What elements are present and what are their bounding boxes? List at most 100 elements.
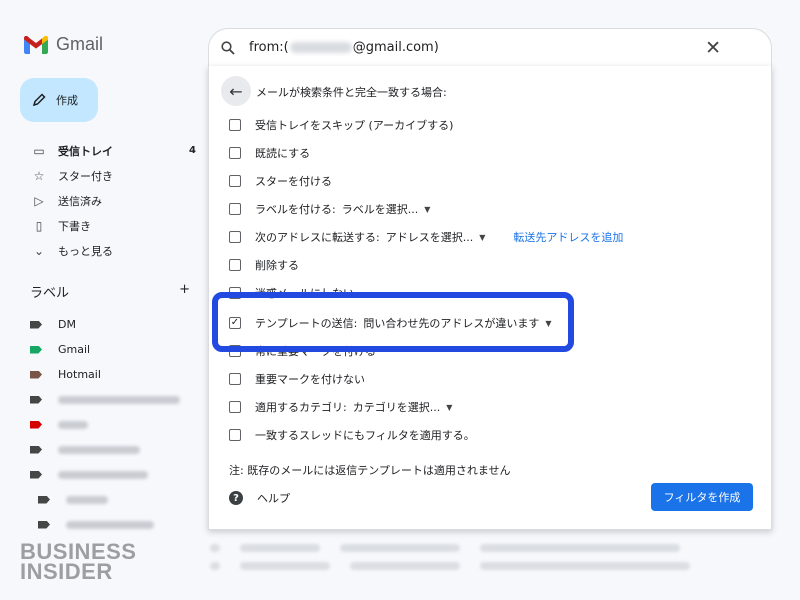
- sidebar-item-drafts[interactable]: ▯ 下書き: [30, 213, 196, 238]
- option-mark-read[interactable]: 既読にする: [229, 142, 310, 164]
- label-item-redacted[interactable]: [30, 387, 180, 412]
- option-star[interactable]: スターを付ける: [229, 170, 332, 192]
- redacted-subject: [350, 562, 460, 570]
- checkbox[interactable]: [229, 175, 241, 187]
- add-label-button[interactable]: +: [179, 282, 190, 301]
- star-icon: ☆: [33, 168, 45, 183]
- option-delete[interactable]: 削除する: [229, 254, 299, 276]
- option-label: ラベルを付ける:: [255, 203, 336, 216]
- checkbox[interactable]: [229, 259, 241, 271]
- checkbox[interactable]: [229, 429, 241, 441]
- option-label: 適用するカテゴリ:: [255, 401, 347, 414]
- gmail-logo[interactable]: Gmail: [24, 34, 103, 55]
- sidebar-item-more[interactable]: ⌄ もっと見る: [30, 238, 196, 263]
- row-checkbox: [210, 562, 220, 570]
- highlight-annotation: [212, 292, 574, 352]
- option-category[interactable]: 適用するカテゴリ: カテゴリを選択... ▼: [229, 396, 452, 418]
- checkbox[interactable]: [229, 373, 241, 385]
- redacted-email: [289, 42, 352, 53]
- label-item-redacted[interactable]: [30, 437, 180, 462]
- draft-icon: ▯: [35, 218, 43, 233]
- option-label: 削除する: [255, 259, 299, 272]
- compose-button[interactable]: 作成: [20, 78, 98, 122]
- add-forwarding-address-link[interactable]: 転送先アドレスを追加: [513, 229, 623, 245]
- checkbox[interactable]: [229, 147, 241, 159]
- search-bar[interactable]: from:( @gmail.com) ✕: [208, 28, 772, 66]
- sidebar-item-label: 下書き: [58, 219, 91, 233]
- checkbox[interactable]: [229, 119, 241, 131]
- help-icon: ?: [229, 491, 243, 505]
- label-name: Gmail: [58, 343, 91, 356]
- label-item-redacted[interactable]: [30, 487, 180, 512]
- labels-title: ラベル: [30, 286, 70, 301]
- checkbox[interactable]: [229, 203, 241, 215]
- redacted-label: [66, 520, 154, 529]
- label-tag-icon: [30, 470, 42, 479]
- sidebar-item-label: もっと見る: [58, 244, 113, 258]
- watermark-line2: INSIDER: [20, 559, 113, 584]
- option-skip-inbox[interactable]: 受信トレイをスキップ (アーカイブする): [229, 114, 453, 136]
- option-never-important[interactable]: 重要マークを付けない: [229, 368, 365, 390]
- filter-panel-title: メールが検索条件と完全一致する場合:: [256, 86, 447, 99]
- label-name: DM: [58, 318, 76, 331]
- email-row[interactable]: [210, 538, 770, 558]
- label-item-hotmail[interactable]: Hotmail: [30, 362, 180, 387]
- label-item-dm[interactable]: DM: [30, 312, 180, 337]
- business-insider-watermark: BUSINESS INSIDER: [20, 541, 136, 584]
- checkbox[interactable]: [229, 231, 241, 243]
- filter-note: 注: 既存のメールには返信テンプレートは適用されません: [229, 464, 511, 477]
- redacted-snippet: [480, 544, 680, 552]
- redacted-label: [58, 445, 140, 454]
- redacted-sender: [240, 544, 320, 552]
- label-tag-icon: [30, 395, 42, 404]
- search-query-prefix: from:(: [249, 40, 289, 55]
- sidebar-item-starred[interactable]: ☆ スター付き: [30, 163, 196, 188]
- option-apply-label[interactable]: ラベルを付ける: ラベルを選択... ▼: [229, 198, 430, 220]
- caret-down-icon: ▼: [479, 232, 486, 242]
- email-row[interactable]: [210, 556, 770, 576]
- label-tag-icon: [30, 345, 42, 354]
- search-input[interactable]: from:( @gmail.com): [249, 40, 439, 55]
- caret-down-icon: ▼: [446, 402, 453, 412]
- redacted-subject: [340, 544, 460, 552]
- close-icon[interactable]: ✕: [705, 37, 721, 59]
- labels-header: ラベル +: [30, 282, 190, 301]
- redacted-label: [58, 470, 148, 479]
- help-label: ヘルプ: [257, 492, 290, 505]
- option-label: 次のアドレスに転送する:: [255, 231, 380, 244]
- inbox-icon: ▭: [33, 143, 45, 158]
- label-select-dropdown[interactable]: ラベルを選択... ▼: [342, 201, 431, 217]
- option-forward[interactable]: 次のアドレスに転送する: アドレスを選択... ▼ 転送先アドレスを追加: [229, 226, 623, 248]
- option-also-apply[interactable]: 一致するスレッドにもフィルタを適用する。: [229, 424, 475, 446]
- send-icon: ▷: [34, 193, 44, 208]
- label-item-redacted[interactable]: [30, 412, 180, 437]
- create-filter-button[interactable]: フィルタを作成: [651, 483, 753, 511]
- label-tag-icon: [30, 320, 42, 329]
- redacted-sender: [240, 562, 330, 570]
- sidebar-item-inbox[interactable]: ▭ 受信トレイ 4: [30, 138, 196, 163]
- label-list: DM Gmail Hotmail: [30, 312, 180, 537]
- option-label: 一致するスレッドにもフィルタを適用する。: [255, 429, 475, 442]
- caret-down-icon: ▼: [424, 204, 431, 214]
- address-select-dropdown[interactable]: アドレスを選択... ▼: [386, 229, 486, 245]
- back-button[interactable]: ←: [221, 76, 251, 106]
- label-tag-icon: [38, 495, 50, 504]
- search-icon[interactable]: [221, 40, 235, 55]
- sidebar-item-sent[interactable]: ▷ 送信済み: [30, 188, 196, 213]
- label-tag-icon: [30, 370, 42, 379]
- option-label: スターを付ける: [255, 175, 332, 188]
- option-label: 既読にする: [255, 147, 311, 160]
- redacted-snippet: [480, 562, 690, 570]
- help-link[interactable]: ? ヘルプ: [229, 490, 290, 506]
- label-item-redacted[interactable]: [30, 512, 180, 537]
- dropdown-value: アドレスを選択...: [385, 231, 474, 244]
- gmail-logo-text: Gmail: [56, 34, 104, 54]
- checkbox[interactable]: [229, 401, 241, 413]
- sidebar-item-label: 受信トレイ: [58, 144, 113, 158]
- sidebar-nav: ▭ 受信トレイ 4 ☆ スター付き ▷ 送信済み ▯ 下書き ⌄ もっと見る: [30, 138, 196, 263]
- label-item-redacted[interactable]: [30, 462, 180, 487]
- row-checkbox: [210, 544, 220, 552]
- label-item-gmail[interactable]: Gmail: [30, 337, 180, 362]
- unread-count: 4: [189, 145, 196, 156]
- category-select-dropdown[interactable]: カテゴリを選択... ▼: [353, 399, 453, 415]
